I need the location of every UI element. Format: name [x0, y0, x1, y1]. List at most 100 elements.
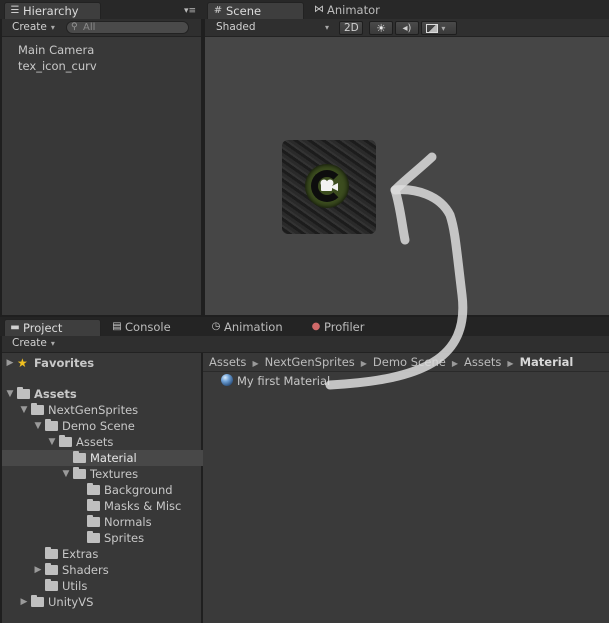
tree-item[interactable]: Sprites — [2, 530, 203, 546]
folder-icon — [31, 403, 44, 415]
breadcrumb-item[interactable]: Demo Scene — [373, 355, 446, 369]
folder-icon — [59, 435, 72, 447]
folder-icon — [87, 499, 100, 511]
folder-icon — [45, 547, 58, 559]
tree-item[interactable]: ▼ NextGenSprites — [2, 402, 203, 418]
tab-scene-label: Scene — [226, 4, 262, 18]
tab-hierarchy-label: Hierarchy — [23, 4, 79, 18]
sprite-tex-icon-curv[interactable] — [282, 140, 376, 234]
tree-label: Background — [104, 483, 173, 497]
shading-mode-dropdown[interactable]: Shaded ▾ — [212, 21, 331, 35]
expanded-arrow-icon[interactable]: ▼ — [19, 402, 29, 418]
search-icon: ⚲ — [71, 22, 78, 32]
tree-label: Normals — [104, 515, 152, 529]
console-icon: ▤ — [112, 321, 122, 332]
animator-icon: ⋈ — [314, 4, 324, 15]
folder-icon — [87, 483, 100, 495]
tab-profiler-label: Profiler — [324, 320, 365, 334]
expanded-arrow-icon[interactable]: ▼ — [47, 434, 57, 450]
breadcrumb: Assets ▶ NextGenSprites ▶ Demo Scene ▶ Assets ▶… — [203, 353, 609, 372]
tab-project-label: Project — [23, 321, 63, 335]
collapsed-arrow-icon[interactable]: ▶ — [19, 594, 29, 610]
breadcrumb-item[interactable]: NextGenSprites — [265, 355, 355, 369]
tree-item[interactable]: ▼ Assets — [2, 386, 203, 402]
tab-animator[interactable]: ⋈ Animator — [309, 2, 399, 19]
hierarchy-item-tex-icon-curv[interactable]: tex_icon_curv — [18, 58, 97, 74]
folder-icon — [31, 595, 44, 607]
tab-hierarchy[interactable]: ☰ Hierarchy — [4, 2, 101, 19]
profiler-icon: ● — [311, 321, 321, 332]
tab-profiler[interactable]: ● Profiler — [306, 319, 402, 336]
tree-item[interactable]: Masks & Misc — [2, 498, 203, 514]
folder-icon — [45, 563, 58, 575]
tree-item[interactable]: Material — [2, 450, 203, 466]
list-icon: ☰ — [10, 5, 20, 16]
logo-icon — [305, 164, 349, 208]
tree-label: Material — [90, 451, 137, 465]
tree-item[interactable]: Extras — [2, 546, 203, 562]
grid-icon: # — [213, 5, 223, 16]
hierarchy-search-placeholder: All — [83, 22, 96, 33]
tree-label: Textures — [90, 467, 139, 481]
breadcrumb-arrow-icon: ▶ — [451, 359, 458, 368]
breadcrumb-item-current[interactable]: Material — [520, 355, 574, 369]
tree-label: Sprites — [104, 531, 145, 545]
effects-toggle-button[interactable]: ▾ — [421, 21, 457, 35]
tree-item[interactable]: ▼ Textures — [2, 466, 203, 482]
tree-item[interactable]: ▼ Demo Scene — [2, 418, 203, 434]
camera-icon — [320, 179, 338, 191]
breadcrumb-arrow-icon: ▶ — [252, 359, 259, 368]
tab-console-label: Console — [125, 320, 171, 334]
tree-label: Utils — [62, 579, 88, 593]
breadcrumb-item[interactable]: Assets — [209, 355, 246, 369]
tree-item[interactable]: Utils — [2, 578, 203, 594]
tree-item[interactable]: ▶ UnityVS — [2, 594, 203, 610]
tab-animation-label: Animation — [224, 320, 283, 334]
star-icon: ★ — [17, 356, 28, 370]
tab-console[interactable]: ▤ Console — [107, 319, 203, 336]
tree-item[interactable]: ▶ Shaders — [2, 562, 203, 578]
folder-icon: ▬ — [10, 322, 20, 333]
scene-viewport[interactable] — [205, 37, 609, 315]
sun-icon: ☀ — [376, 22, 386, 35]
folder-icon — [87, 531, 100, 543]
panel-menu-icon[interactable]: ▾≡ — [184, 6, 196, 16]
breadcrumb-arrow-icon: ▶ — [507, 359, 514, 368]
lighting-toggle-button[interactable]: ☀ — [369, 21, 393, 35]
audio-toggle-button[interactable]: ◂) — [395, 21, 419, 35]
tree-item-favorites[interactable]: ▶ ★ Favorites — [2, 355, 203, 371]
speaker-icon: ◂) — [402, 23, 412, 34]
breadcrumb-arrow-icon: ▶ — [360, 359, 367, 368]
expanded-arrow-icon[interactable]: ▼ — [61, 466, 71, 482]
collapsed-arrow-icon[interactable]: ▶ — [33, 562, 43, 578]
folder-icon — [87, 515, 100, 527]
hierarchy-search-input[interactable]: ⚲ All — [66, 21, 189, 34]
folder-icon — [17, 387, 30, 399]
hierarchy-create-button[interactable]: Create — [8, 21, 59, 35]
file-label: My first Material — [237, 374, 331, 388]
tree-item[interactable]: Background — [2, 482, 203, 498]
expanded-arrow-icon[interactable]: ▼ — [5, 386, 15, 402]
tree-label: Shaders — [62, 563, 109, 577]
chevron-down-icon: ▾ — [441, 24, 446, 33]
hierarchy-item-main-camera[interactable]: Main Camera — [18, 42, 94, 58]
tree-label: Assets — [34, 387, 77, 401]
tree-item[interactable]: Normals — [2, 514, 203, 530]
tree-label: Demo Scene — [62, 419, 135, 433]
expand-arrow-icon[interactable]: ▶ — [5, 355, 15, 371]
tab-scene[interactable]: # Scene — [207, 2, 304, 19]
tree-label: Extras — [62, 547, 99, 561]
tab-animation[interactable]: ◷ Animation — [206, 319, 302, 336]
mode-2d-button[interactable]: 2D — [339, 21, 363, 35]
image-icon — [426, 23, 438, 33]
file-item-my-first-material[interactable]: My first Material — [220, 373, 340, 389]
breadcrumb-item[interactable]: Assets — [464, 355, 501, 369]
folder-icon — [45, 579, 58, 591]
tree-label: UnityVS — [48, 595, 94, 609]
project-create-button[interactable]: Create — [8, 337, 59, 351]
folder-icon — [73, 451, 86, 463]
tree-item[interactable]: ▼ Assets — [2, 434, 203, 450]
expanded-arrow-icon[interactable]: ▼ — [33, 418, 43, 434]
tab-project[interactable]: ▬ Project — [4, 319, 101, 336]
clock-icon: ◷ — [211, 321, 221, 332]
